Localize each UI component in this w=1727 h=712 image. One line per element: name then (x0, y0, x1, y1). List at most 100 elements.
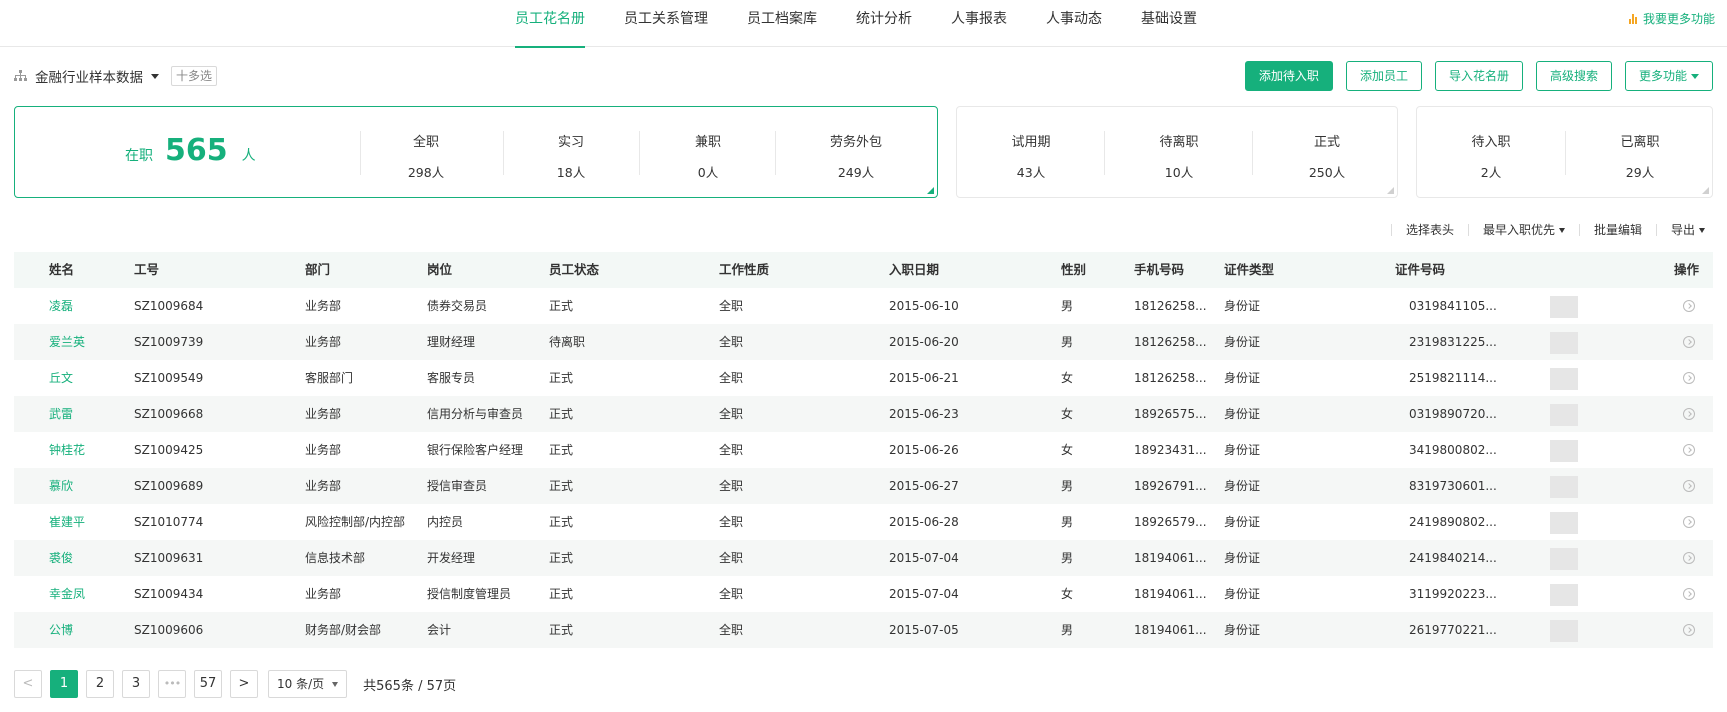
import-roster-button[interactable]: 导入花名册 (1434, 61, 1523, 91)
stat-regular[interactable]: 正式 250人 (1267, 131, 1387, 181)
redaction-block (1550, 548, 1578, 570)
table-cell: 18926579... (1134, 515, 1207, 529)
table-cell: 业务部 (305, 407, 342, 421)
tab-analysis[interactable]: 统计分析 (856, 0, 912, 47)
table-cell: 2015-06-20 (889, 335, 959, 349)
redaction-block (1550, 584, 1578, 606)
add-pending-hire-button[interactable]: 添加待入职 (1244, 61, 1333, 91)
table-cell: 全职 (719, 407, 744, 421)
stat-outsourced[interactable]: 劳务外包 249人 (796, 131, 916, 181)
tab-reports[interactable]: 人事报表 (951, 0, 1007, 47)
stat-title: 劳务外包 (829, 135, 882, 150)
tab-relations[interactable]: 员工关系管理 (624, 0, 708, 47)
view-detail-icon[interactable] (1683, 372, 1695, 384)
column-header: 岗位 (427, 262, 453, 277)
add-employee-button[interactable]: 添加员工 (1345, 61, 1422, 91)
view-detail-icon[interactable] (1683, 408, 1695, 420)
employee-name-link[interactable]: 幸金凤 (49, 576, 85, 612)
employee-name-link[interactable]: 裘俊 (49, 540, 73, 576)
employee-status-card[interactable]: 试用期 43人 待离职 10人 正式 250人 (956, 106, 1398, 198)
tab-archive[interactable]: 员工档案库 (747, 0, 817, 47)
employee-name-link[interactable]: 丘文 (49, 360, 73, 396)
table-cell: 正式 (549, 299, 574, 313)
prev-page-button[interactable]: < (14, 670, 42, 698)
stat-fulltime[interactable]: 全职 298人 (366, 131, 486, 181)
table-row[interactable]: 崔建平 SZ1010774 风险控制部/内控部 内控员 正式 全职 2015-06-28 男 1… (14, 504, 1713, 540)
table-cell: 2015-06-26 (889, 443, 959, 457)
page-2-button[interactable]: 2 (86, 670, 114, 698)
table-actions: 选择表头 最早入职优先 批量编辑 导出 (1377, 221, 1705, 238)
view-detail-icon[interactable] (1683, 588, 1695, 600)
divider (360, 131, 361, 175)
more-features-link[interactable]: 我要更多功能 (1628, 10, 1715, 27)
tab-roster[interactable]: 员工花名册 (515, 0, 585, 48)
table-cell: 身份证 (1224, 407, 1261, 421)
stat-intern[interactable]: 实习 18人 (511, 131, 631, 181)
redaction-block (1550, 476, 1578, 498)
table-cell: 信息技术部 (305, 551, 366, 565)
employee-name-link[interactable]: 凌磊 (49, 288, 73, 324)
employee-name-link[interactable]: 公博 (49, 612, 73, 648)
stat-pending-leave[interactable]: 待离职 10人 (1119, 131, 1239, 181)
view-detail-icon[interactable] (1683, 444, 1695, 456)
stat-value: 249人 (837, 165, 875, 180)
page-3-button[interactable]: 3 (122, 670, 150, 698)
tab-settings[interactable]: 基础设置 (1141, 0, 1197, 47)
stat-value: 29人 (1625, 165, 1655, 180)
table-cell: 2015-06-28 (889, 515, 959, 529)
stat-departed[interactable]: 已离职 29人 (1580, 131, 1700, 181)
employee-name-link[interactable]: 慕欣 (49, 468, 73, 504)
employment-type-card[interactable]: 在职 565 人 全职 298人 实习 18人 兼职 0人 劳务外包 249人 (14, 106, 938, 198)
table-cell: 风险控制部/内控部 (305, 515, 406, 529)
view-detail-icon[interactable] (1683, 552, 1695, 564)
stat-probation[interactable]: 试用期 43人 (971, 131, 1091, 181)
page-1-button[interactable]: 1 (50, 670, 78, 698)
table-cell: 身份证 (1224, 623, 1261, 637)
sort-dropdown[interactable]: 最早入职优先 (1483, 221, 1565, 238)
resize-corner-icon (1702, 187, 1709, 194)
column-header: 姓名 (49, 262, 75, 277)
dataset-selector[interactable]: 金融行业样本数据 十多选 (14, 66, 218, 86)
table-row[interactable]: 凌磊 SZ1009684 业务部 债券交易员 正式 全职 2015-06-10 男 181262… (14, 288, 1713, 324)
active-employees-stat: 在职 565 人 (125, 133, 256, 168)
batch-edit-button[interactable]: 批量编辑 (1594, 221, 1642, 238)
stat-pending-hire[interactable]: 待入职 2人 (1431, 131, 1551, 181)
chevron-down-icon (1699, 228, 1705, 233)
table-row[interactable]: 裘俊 SZ1009631 信息技术部 开发经理 正式 全职 2015-07-04 男 18194… (14, 540, 1713, 576)
view-detail-icon[interactable] (1683, 336, 1695, 348)
next-page-button[interactable]: > (230, 670, 258, 698)
table-cell: 18926791... (1134, 479, 1207, 493)
table-row[interactable]: 慕欣 SZ1009689 业务部 授信审查员 正式 全职 2015-06-27 男 189267… (14, 468, 1713, 504)
export-dropdown[interactable]: 导出 (1671, 221, 1705, 238)
table-row[interactable]: 武雷 SZ1009668 业务部 信用分析与审查员 正式 全职 2015-06-23 女 189… (14, 396, 1713, 432)
stat-parttime[interactable]: 兼职 0人 (648, 131, 768, 181)
advanced-search-button[interactable]: 高级搜索 (1535, 61, 1612, 91)
table-row[interactable]: 钟桂花 SZ1009425 业务部 银行保险客户经理 正式 全职 2015-06-26 女 18… (14, 432, 1713, 468)
employee-name-link[interactable]: 爱兰英 (49, 324, 85, 360)
view-detail-icon[interactable] (1683, 516, 1695, 528)
view-detail-icon[interactable] (1683, 300, 1695, 312)
multi-select-button[interactable]: 十多选 (171, 66, 218, 86)
table-row[interactable]: 幸金凤 SZ1009434 业务部 授信制度管理员 正式 全职 2015-07-04 女 181… (14, 576, 1713, 612)
table-row[interactable]: 公博 SZ1009606 财务部/财会部 会计 正式 全职 2015-07-05 男 18194… (14, 612, 1713, 648)
tab-activity[interactable]: 人事动态 (1046, 0, 1102, 47)
table-row[interactable]: 丘文 SZ1009549 客服部门 客服专员 正式 全职 2015-06-21 女 181262… (14, 360, 1713, 396)
table-cell: 债券交易员 (427, 299, 488, 313)
view-detail-icon[interactable] (1683, 480, 1695, 492)
table-cell: SZ1009739 (134, 335, 204, 349)
employee-name-link[interactable]: 崔建平 (49, 504, 85, 540)
table-cell: 女 (1061, 371, 1074, 385)
table-row[interactable]: 爱兰英 SZ1009739 业务部 理财经理 待离职 全职 2015-06-20 男 18126… (14, 324, 1713, 360)
employee-name-link[interactable]: 钟桂花 (49, 432, 85, 468)
employee-name-link[interactable]: 武雷 (49, 396, 73, 432)
view-detail-icon[interactable] (1683, 624, 1695, 636)
page-size-select[interactable]: 10 条/页 (268, 670, 348, 698)
ellipsis-button[interactable]: ••• (158, 670, 186, 698)
last-page-button[interactable]: 57 (194, 670, 222, 698)
table-cell: 男 (1061, 551, 1074, 565)
table-cell: SZ1009684 (134, 299, 204, 313)
more-functions-button[interactable]: 更多功能 (1624, 61, 1713, 91)
redaction-block (1550, 512, 1578, 534)
choose-columns-button[interactable]: 选择表头 (1406, 221, 1454, 238)
onboarding-card[interactable]: 待入职 2人 已离职 29人 (1416, 106, 1713, 198)
